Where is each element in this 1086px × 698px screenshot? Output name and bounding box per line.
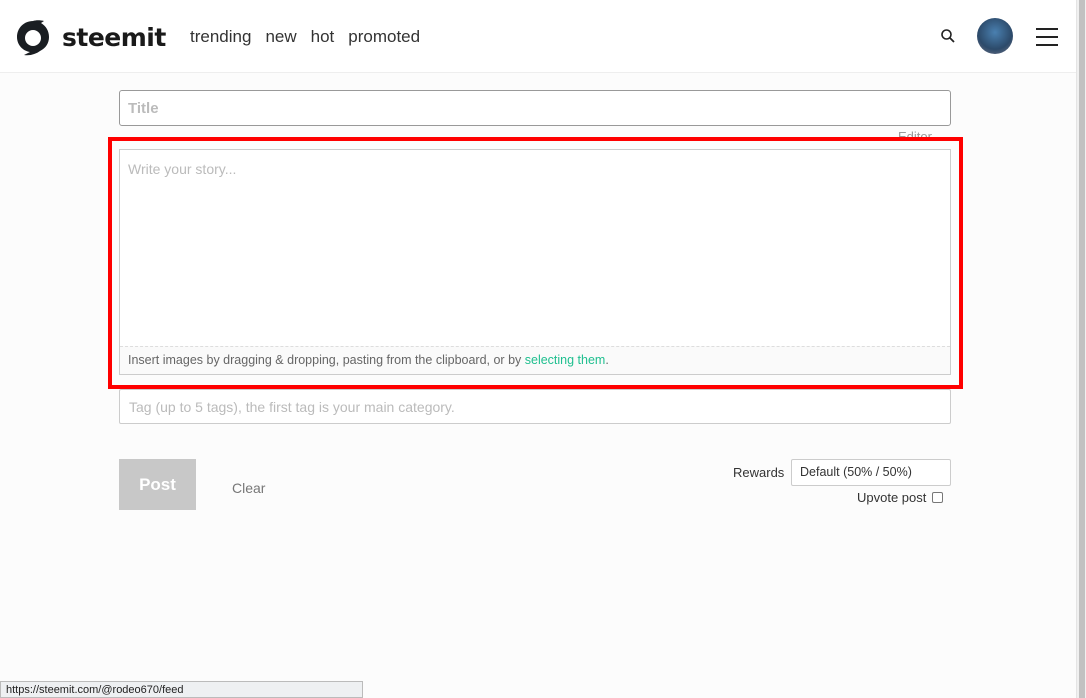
scrollbar[interactable] (1076, 0, 1086, 698)
upvote-checkbox[interactable] (932, 492, 944, 503)
brand-name: steemit (62, 22, 166, 52)
search-icon[interactable] (940, 28, 956, 44)
hamburger-menu-icon[interactable] (1036, 28, 1058, 52)
upvote-post-option[interactable]: Upvote post (857, 490, 944, 505)
nav-promoted[interactable]: promoted (348, 27, 420, 47)
upvote-label: Upvote post (857, 490, 927, 505)
steemit-logo[interactable]: steemit (14, 18, 166, 56)
highlight-box (108, 137, 963, 389)
nav-new[interactable]: new (265, 27, 296, 47)
rewards-label: Rewards (733, 465, 785, 480)
main-nav: trending new hot promoted (190, 27, 420, 47)
nav-trending[interactable]: trending (190, 27, 251, 47)
title-input[interactable]: Title (119, 90, 951, 126)
post-button[interactable]: Post (119, 459, 196, 510)
avatar[interactable] (977, 18, 1013, 54)
tag-input[interactable]: Tag (up to 5 tags), the first tag is you… (119, 389, 951, 424)
steemit-logo-icon (17, 20, 49, 56)
scrollbar-thumb[interactable] (1079, 0, 1085, 698)
nav-hot[interactable]: hot (311, 27, 335, 47)
header: steemit trending new hot promoted (0, 0, 1076, 73)
status-bar-url: https://steemit.com/@rodeo670/feed (0, 681, 363, 698)
rewards-select[interactable]: Default (50% / 50%) (791, 459, 951, 486)
clear-button[interactable]: Clear (232, 480, 265, 496)
